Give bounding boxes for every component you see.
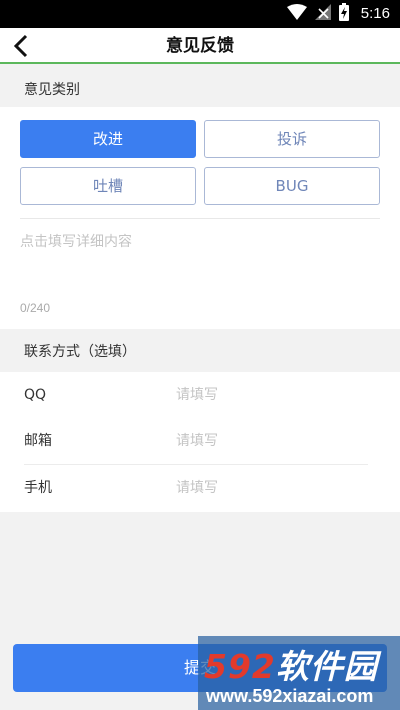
chevron-left-icon — [13, 34, 28, 58]
email-input[interactable] — [176, 426, 376, 456]
contact-label-email: 邮箱 — [24, 433, 52, 449]
contact-row-email: 邮箱 — [0, 418, 400, 464]
contact-panel: QQ 邮箱 手机 — [0, 372, 400, 512]
feedback-type-label: 意见类别 — [24, 82, 80, 98]
type-option-bug[interactable]: BUG — [204, 167, 380, 205]
battery-charging-icon — [338, 3, 349, 25]
type-option-rant[interactable]: 吐槽 — [20, 167, 196, 205]
app-bar: 意见反馈 — [0, 28, 400, 64]
signal-icon — [314, 4, 331, 24]
contact-label-qq: QQ — [24, 387, 47, 403]
status-bar: 5:16 — [0, 0, 400, 28]
contact-section-label: 联系方式（选填） — [24, 344, 136, 360]
contact-row-qq: QQ — [0, 372, 400, 418]
contact-row-phone: 手机 — [0, 465, 400, 511]
watermark-url: www.592xiazai.com — [206, 686, 374, 706]
page-title: 意见反馈 — [166, 36, 234, 56]
contact-label-phone: 手机 — [24, 480, 52, 496]
wifi-icon — [286, 4, 307, 24]
qq-input[interactable] — [176, 380, 376, 410]
divider — [20, 218, 380, 219]
type-option-complaint[interactable]: 投诉 — [204, 120, 380, 158]
status-time: 5:16 — [360, 5, 390, 22]
phone-input[interactable] — [176, 473, 376, 503]
watermark-brand: 592软件园 — [204, 647, 378, 686]
type-option-improve[interactable]: 改进 — [20, 120, 196, 158]
detail-textarea[interactable] — [20, 231, 380, 291]
back-button[interactable] — [6, 31, 36, 61]
watermark-logo: 592软件园 www.592xiazai.com — [198, 636, 400, 710]
char-counter: 0/240 — [20, 301, 51, 315]
feedback-panel: 改进 投诉 吐槽 BUG 0/240 — [0, 107, 400, 329]
